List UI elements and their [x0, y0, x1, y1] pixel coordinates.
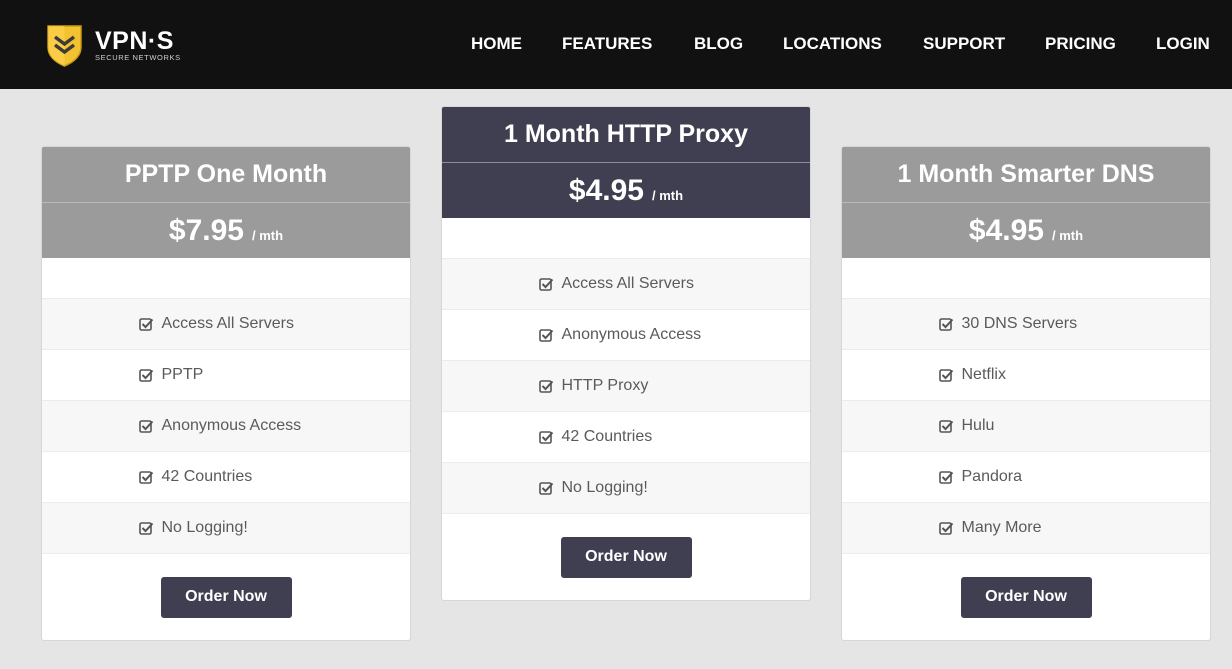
card-spacer: [42, 258, 410, 299]
price-amount: $4.95: [568, 173, 644, 207]
feature-item: 42 Countries: [442, 412, 810, 463]
feature-item: Netflix: [842, 350, 1210, 401]
feature-list: Access All Servers Anonymous Access HTTP…: [442, 259, 810, 514]
feature-item: Anonymous Access: [42, 401, 410, 452]
plan-title: 1 Month HTTP Proxy: [442, 107, 810, 163]
nav-features[interactable]: FEATURES: [562, 34, 652, 54]
feature-item: No Logging!: [442, 463, 810, 514]
feature-label: PPTP: [161, 366, 204, 383]
brand-tagline: SECURE NETWORKS: [95, 53, 181, 62]
checkbox-checked-icon: [538, 379, 553, 393]
brand-name: VPN·S: [95, 27, 174, 55]
feature-item: 30 DNS Servers: [842, 299, 1210, 350]
card-footer: Order Now: [42, 554, 410, 640]
price-unit: / mth: [252, 228, 284, 243]
pricing-card-smarter-dns: 1 Month Smarter DNS $4.95 / mth 30 DNS S…: [841, 146, 1211, 641]
feature-item: Access All Servers: [42, 299, 410, 350]
plan-price: $7.95 / mth: [42, 203, 410, 258]
checkbox-checked-icon: [138, 470, 153, 484]
feature-label: HTTP Proxy: [561, 377, 649, 394]
card-footer: Order Now: [842, 554, 1210, 640]
feature-label: No Logging!: [161, 519, 248, 536]
nav-pricing[interactable]: PRICING: [1045, 34, 1116, 54]
feature-item: Pandora: [842, 452, 1210, 503]
nav-locations[interactable]: LOCATIONS: [783, 34, 882, 54]
checkbox-checked-icon: [138, 317, 153, 331]
feature-item: Hulu: [842, 401, 1210, 452]
feature-label: 42 Countries: [161, 468, 253, 485]
plan-title: 1 Month Smarter DNS: [842, 147, 1210, 203]
order-now-button[interactable]: Order Now: [560, 536, 692, 578]
feature-label: Access All Servers: [161, 315, 294, 332]
feature-label: Anonymous Access: [161, 417, 302, 434]
order-now-button[interactable]: Order Now: [960, 576, 1092, 618]
checkbox-checked-icon: [138, 419, 153, 433]
checkbox-checked-icon: [538, 430, 553, 444]
nav-support[interactable]: SUPPORT: [923, 34, 1005, 54]
plan-title: PPTP One Month: [42, 147, 410, 203]
price-unit: / mth: [652, 188, 684, 203]
feature-item: 42 Countries: [42, 452, 410, 503]
pricing-card-http-proxy: 1 Month HTTP Proxy $4.95 / mth Access Al…: [441, 106, 811, 601]
checkbox-checked-icon: [938, 470, 953, 484]
feature-label: Many More: [961, 519, 1042, 536]
feature-item: Access All Servers: [442, 259, 810, 310]
card-spacer: [442, 218, 810, 259]
feature-list: Access All Servers PPTP Anonymous Access…: [42, 299, 410, 554]
price-amount: $7.95: [168, 213, 244, 247]
checkbox-checked-icon: [138, 368, 153, 382]
feature-item: PPTP: [42, 350, 410, 401]
plan-price: $4.95 / mth: [842, 203, 1210, 258]
feature-label: Netflix: [961, 366, 1006, 383]
card-footer: Order Now: [442, 514, 810, 600]
order-now-button[interactable]: Order Now: [160, 576, 292, 618]
feature-label: No Logging!: [561, 479, 648, 496]
feature-label: Anonymous Access: [561, 326, 702, 343]
feature-list: 30 DNS Servers Netflix Hulu Pandora Many…: [842, 299, 1210, 554]
feature-label: 30 DNS Servers: [961, 315, 1078, 332]
nav-blog[interactable]: BLOG: [694, 34, 743, 54]
feature-item: No Logging!: [42, 503, 410, 554]
feature-label: 42 Countries: [561, 428, 653, 445]
shield-logo-icon: [47, 25, 82, 67]
checkbox-checked-icon: [138, 521, 153, 535]
feature-item: Anonymous Access: [442, 310, 810, 361]
checkbox-checked-icon: [938, 317, 953, 331]
pricing-card-pptp: PPTP One Month $7.95 / mth Access All Se…: [41, 146, 411, 641]
feature-label: Access All Servers: [561, 275, 694, 292]
checkbox-checked-icon: [538, 328, 553, 342]
feature-label: Hulu: [961, 417, 995, 434]
brand-logo[interactable]: VPN·S SECURE NETWORKS: [46, 23, 196, 68]
checkbox-checked-icon: [538, 277, 553, 291]
checkbox-checked-icon: [938, 521, 953, 535]
nav-home[interactable]: HOME: [471, 34, 522, 54]
card-spacer: [842, 258, 1210, 299]
checkbox-checked-icon: [938, 368, 953, 382]
price-amount: $4.95: [968, 213, 1044, 247]
checkbox-checked-icon: [538, 481, 553, 495]
plan-price: $4.95 / mth: [442, 163, 810, 218]
nav-login[interactable]: LOGIN: [1156, 34, 1210, 54]
top-navbar: VPN·S SECURE NETWORKS HOME FEATURES BLOG…: [0, 0, 1232, 89]
price-unit: / mth: [1052, 228, 1084, 243]
feature-item: HTTP Proxy: [442, 361, 810, 412]
checkbox-checked-icon: [938, 419, 953, 433]
feature-label: Pandora: [961, 468, 1023, 485]
feature-item: Many More: [842, 503, 1210, 554]
